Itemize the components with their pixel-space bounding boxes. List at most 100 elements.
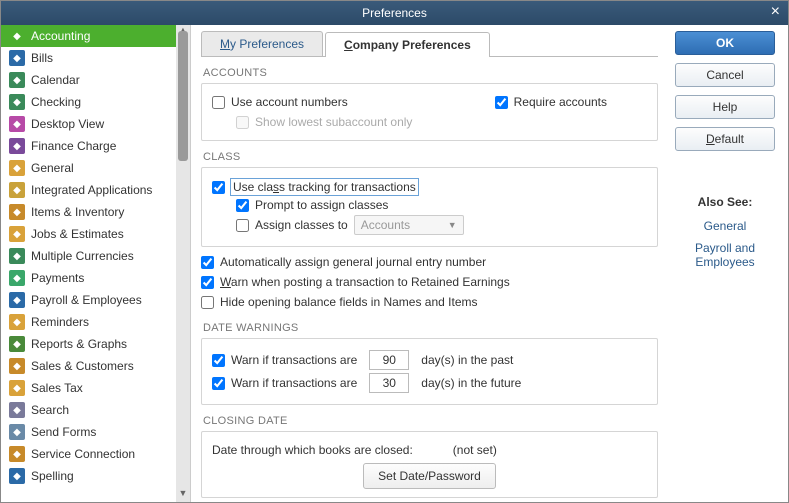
sidebar-item-payments[interactable]: ◆ Payments	[1, 267, 176, 289]
also-see-general-link[interactable]: General	[672, 219, 778, 233]
warn-past-label-pre: Warn if transactions are	[231, 353, 357, 367]
sidebar-item-reminders[interactable]: ◆Reminders	[1, 311, 176, 333]
tab-company-preferences[interactable]: Company Preferences	[325, 32, 490, 57]
sidebar-icon: ◆	[9, 402, 25, 418]
sidebar-item-label: Desktop View	[31, 117, 104, 131]
sidebar-item-label: Sales & Customers	[31, 359, 134, 373]
default-button[interactable]: Default	[675, 127, 775, 151]
sidebar-item-label: Payroll & Employees	[31, 293, 142, 307]
use-account-numbers-label: Use account numbers	[231, 95, 348, 109]
require-accounts-label: Require accounts	[514, 95, 607, 109]
hide-opening-balance-checkbox[interactable]	[201, 296, 214, 309]
sidebar-item-jobs-estimates[interactable]: ◆Jobs & Estimates	[1, 223, 176, 245]
sidebar-icon: ◆	[9, 182, 25, 198]
sidebar-icon: ◆	[9, 28, 25, 44]
sidebar-icon: ◆	[9, 50, 25, 66]
sidebar-item-items-inventory[interactable]: ◆Items & Inventory	[1, 201, 176, 223]
warn-past-checkbox[interactable]	[212, 354, 225, 367]
close-icon[interactable]: ×	[771, 3, 780, 21]
titlebar: Preferences ×	[1, 1, 788, 25]
use-account-numbers-checkbox[interactable]	[212, 96, 225, 109]
sidebar-item-send-forms[interactable]: ◆ Send Forms	[1, 421, 176, 443]
sidebar-item-bills[interactable]: ◆ Bills	[1, 47, 176, 69]
sidebar-item-sales-customers[interactable]: ◆ Sales & Customers	[1, 355, 176, 377]
set-date-password-button[interactable]: Set Date/Password	[363, 463, 496, 489]
sidebar-item-multiple-currencies[interactable]: ◆Multiple Currencies	[1, 245, 176, 267]
assign-classes-select-value: Accounts	[361, 218, 410, 232]
sidebar-icon: ◆	[9, 336, 25, 352]
sidebar-icon: ◆	[9, 358, 25, 374]
section-closing-date-label: CLOSING DATE	[203, 415, 658, 427]
sidebar-item-label: Service Connection	[31, 447, 135, 461]
closing-date-fieldset: Date through which books are closed: (no…	[201, 431, 658, 498]
sidebar-item-finance-charge[interactable]: ◆Finance Charge	[1, 135, 176, 157]
assign-classes-select[interactable]: Accounts ▼	[354, 215, 464, 235]
sidebar-item-calendar[interactable]: ◆ Calendar	[1, 69, 176, 91]
tab-my-preferences[interactable]: My Preferences	[201, 31, 323, 56]
sidebar-icon: ◆	[9, 446, 25, 462]
sidebar-item-label: Bills	[31, 51, 53, 65]
sidebar-icon: ◆	[9, 292, 25, 308]
sidebar-item-sales-tax[interactable]: ◆ Sales Tax	[1, 377, 176, 399]
assign-classes-to-checkbox[interactable]	[236, 219, 249, 232]
ok-button[interactable]: OK	[675, 31, 775, 55]
sidebar-item-general[interactable]: ◆General	[1, 157, 176, 179]
warn-past-days-input[interactable]: 90	[369, 350, 409, 370]
sidebar-item-label: Send Forms	[31, 425, 96, 439]
hide-opening-balance-label: Hide opening balance fields in Names and…	[220, 295, 477, 309]
sidebar-icon: ◆	[9, 314, 25, 330]
sidebar-item-service-connection[interactable]: ◆ Service Connection	[1, 443, 176, 465]
auto-journal-number-label: Automatically assign general journal ent…	[220, 255, 486, 269]
sidebar-item-label: Calendar	[31, 73, 80, 87]
sidebar-item-label: Payments	[31, 271, 84, 285]
sidebar-item-label: Sales Tax	[31, 381, 83, 395]
prompt-assign-classes-label: Prompt to assign classes	[255, 198, 388, 212]
auto-journal-number-checkbox[interactable]	[201, 256, 214, 269]
sidebar-icon: ◆	[9, 138, 25, 154]
sidebar-item-label: Checking	[31, 95, 81, 109]
warn-future-days-input[interactable]: 30	[369, 373, 409, 393]
sidebar-scrollbar[interactable]: ▲ ▼	[176, 25, 190, 502]
sidebar-icon: ◆	[9, 72, 25, 88]
sidebar-icon: ◆	[9, 468, 25, 484]
cancel-button[interactable]: Cancel	[675, 63, 775, 87]
help-button[interactable]: Help	[675, 95, 775, 119]
warn-retained-earnings-label: Warn when posting a transaction to Retai…	[220, 275, 510, 289]
sidebar-item-spelling[interactable]: ◆Spelling	[1, 465, 176, 487]
sidebar-item-search[interactable]: ◆ Search	[1, 399, 176, 421]
show-lowest-subaccount-checkbox	[236, 116, 249, 129]
scroll-down-icon[interactable]: ▼	[176, 488, 190, 502]
sidebar-icon: ◆	[9, 380, 25, 396]
closing-date-text: Date through which books are closed:	[212, 443, 413, 457]
warn-past-label-post: day(s) in the past	[421, 353, 513, 367]
sidebar-icon: ◆	[9, 270, 25, 286]
warn-future-checkbox[interactable]	[212, 377, 225, 390]
class-fieldset: Use class tracking for transactions Prom…	[201, 167, 658, 247]
sidebar-item-desktop-view[interactable]: ◆ Desktop View	[1, 113, 176, 135]
sidebar-item-checking[interactable]: ◆ Checking	[1, 91, 176, 113]
sidebar-icon: ◆	[9, 204, 25, 220]
sidebar-item-integrated-applications[interactable]: ◆Integrated Applications	[1, 179, 176, 201]
sidebar-item-accounting[interactable]: ◆Accounting	[1, 25, 176, 47]
sidebar-item-label: Search	[31, 403, 69, 417]
sidebar-icon: ◆	[9, 248, 25, 264]
sidebar-item-reports-graphs[interactable]: ◆Reports & Graphs	[1, 333, 176, 355]
also-see-heading: Also See:	[672, 195, 778, 209]
accounts-fieldset: Use account numbers Require accounts Sho…	[201, 83, 658, 141]
require-accounts-checkbox[interactable]	[495, 96, 508, 109]
sidebar-item-payroll-employees[interactable]: ◆ Payroll & Employees	[1, 289, 176, 311]
warn-retained-earnings-checkbox[interactable]	[201, 276, 214, 289]
section-class-label: CLASS	[203, 151, 658, 163]
use-class-tracking-label: Use class tracking for transactions	[233, 180, 416, 194]
sidebar-icon: ◆	[9, 116, 25, 132]
section-date-warnings-label: DATE WARNINGS	[203, 322, 658, 334]
scroll-thumb[interactable]	[178, 31, 188, 161]
sidebar-icon: ◆	[9, 424, 25, 440]
warn-future-label-pre: Warn if transactions are	[231, 376, 357, 390]
assign-classes-to-label: Assign classes to	[255, 218, 348, 232]
show-lowest-subaccount-label: Show lowest subaccount only	[255, 115, 412, 129]
also-see-payroll-link[interactable]: Payroll and Employees	[672, 241, 778, 269]
prompt-assign-classes-checkbox[interactable]	[236, 199, 249, 212]
sidebar-icon: ◆	[9, 94, 25, 110]
use-class-tracking-checkbox[interactable]	[212, 181, 225, 194]
